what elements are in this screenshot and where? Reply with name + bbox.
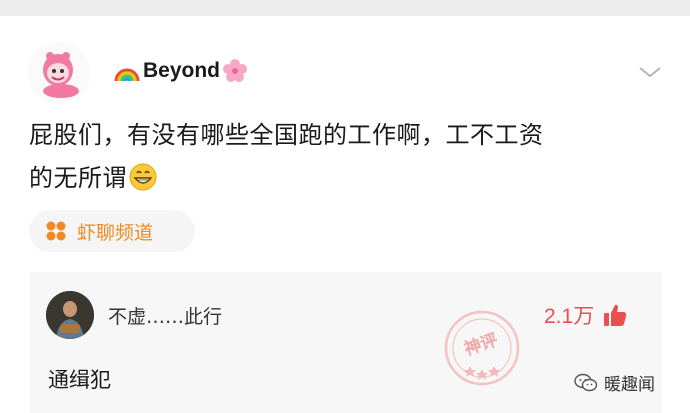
commenter-name[interactable]: 不虚……此行 [108,302,222,329]
wechat-icon [574,373,598,391]
user-avatar[interactable] [28,42,90,104]
username-text: Beyond [143,59,221,82]
channel-tag[interactable]: 虾聊频道 [29,210,195,252]
post-text-line1: 屁股们，有没有哪些全国跑的工作啊，工不工资 [29,121,544,149]
post-content: 屁股们，有没有哪些全国跑的工作啊，工不工资 的无所谓 [29,114,669,200]
comment-text: 通缉犯 [48,368,111,392]
hot-comment[interactable]: 不虚……此行 神评 2.1万 通缉犯 [30,272,662,413]
commenter-avatar[interactable] [46,291,94,339]
divine-comment-stamp: 神评 [444,310,520,386]
rainbow-icon [114,68,140,82]
watermark-text: 暖趣闻 [604,375,655,395]
post-text-line2: 的无所谓 [29,157,669,200]
chevron-down-icon[interactable] [636,62,664,82]
cherry-blossom-icon [223,59,248,82]
watermark: 暖趣闻 [574,370,655,395]
grinning-face-icon [129,163,157,191]
stamp-text: 神评 [462,329,501,359]
thumbs-up-icon [604,304,627,326]
like-count[interactable]: 2.1万 [544,300,628,330]
username[interactable]: Beyond [113,54,248,88]
four-petal-icon [46,221,66,241]
like-count-text: 2.1万 [544,305,595,328]
post-card: Beyond 屁股们，有没有哪些全国跑的工作啊，工不工资 的无所谓 虾聊频道 不… [0,16,690,413]
channel-tag-label: 虾聊频道 [77,221,154,244]
